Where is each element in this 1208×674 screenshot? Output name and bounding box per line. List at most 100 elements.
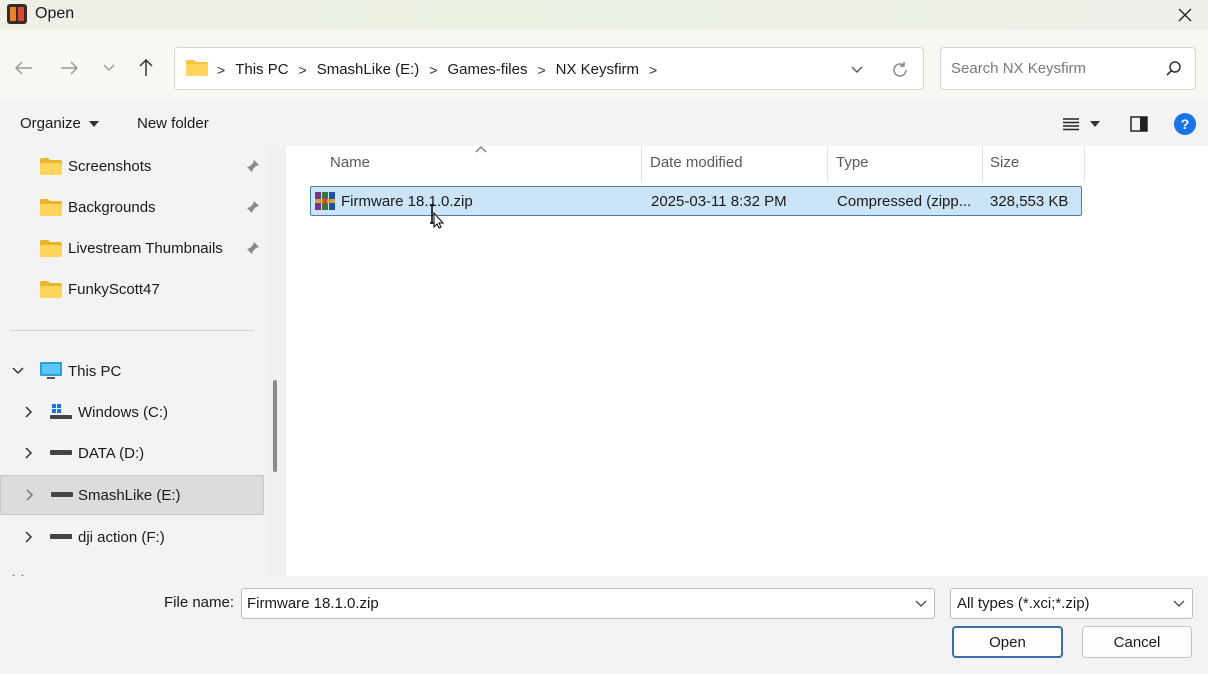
- chevron-down-icon[interactable]: [914, 596, 928, 610]
- search-input[interactable]: Search NX Keysfirm: [940, 47, 1196, 90]
- file-name-label: File name:: [164, 594, 235, 611]
- sidebar-item-label: Backgrounds: [68, 198, 156, 216]
- column-header-size[interactable]: Size: [990, 154, 1019, 171]
- column-header-date[interactable]: Date modified: [650, 154, 743, 171]
- folder-icon: [186, 60, 208, 76]
- help-icon: ?: [1174, 113, 1196, 135]
- file-name: Firmware 18.1.0.zip: [341, 193, 473, 210]
- computer-icon: [40, 362, 62, 379]
- sidebar-item-partial[interactable]: [0, 558, 264, 576]
- column-header-type[interactable]: Type: [836, 154, 869, 171]
- window-title: Open: [35, 5, 75, 22]
- navigation-pane: Screenshots Backgrounds Livestream Thumb…: [0, 146, 266, 576]
- file-name-field[interactable]: Firmware 18.1.0.zip: [241, 588, 935, 619]
- sidebar-divider: [10, 330, 254, 331]
- sidebar-item-label: Windows (C:): [78, 403, 169, 421]
- folder-icon: [40, 198, 62, 216]
- pin-icon[interactable]: [246, 241, 260, 255]
- sidebar-item-data-d[interactable]: DATA (D:): [0, 433, 264, 473]
- up-button[interactable]: [133, 55, 159, 81]
- chevron-down-icon: [851, 66, 863, 73]
- sidebar-scrollbar[interactable]: [266, 146, 286, 576]
- file-type: Compressed (zipp...: [837, 193, 972, 210]
- column-separator[interactable]: [1084, 146, 1085, 182]
- drive-icon: [50, 534, 72, 539]
- cancel-button[interactable]: Cancel: [1082, 626, 1192, 658]
- sidebar-item-windows-c[interactable]: Windows (C:): [0, 392, 264, 432]
- sidebar-item-livestream-thumbnails[interactable]: Livestream Thumbnails: [0, 228, 264, 268]
- new-folder-button[interactable]: New folder: [137, 115, 209, 132]
- breadcrumb-nx-keysfirm[interactable]: NX Keysfirm: [550, 61, 645, 78]
- breadcrumb-separator: >: [429, 61, 438, 78]
- chevron-down-icon[interactable]: [11, 364, 25, 378]
- chevron-right-icon[interactable]: [22, 488, 36, 502]
- breadcrumb-smashlike[interactable]: SmashLike (E:): [311, 61, 426, 78]
- organize-button[interactable]: Organize: [20, 115, 100, 132]
- column-separator[interactable]: [827, 146, 828, 182]
- chevron-right-icon[interactable]: [21, 446, 35, 460]
- preview-pane-button[interactable]: [1127, 112, 1151, 136]
- change-view-button[interactable]: [1058, 112, 1104, 136]
- list-view-icon: [1063, 118, 1079, 131]
- sort-ascending-icon: [475, 146, 487, 153]
- breadcrumb-separator: >: [298, 61, 307, 78]
- navigation-bar: > This PC > SmashLike (E:) > Games-files…: [0, 30, 1208, 100]
- column-separator[interactable]: [982, 146, 983, 182]
- organize-label: Organize: [20, 115, 81, 132]
- sidebar-item-label: Screenshots: [68, 157, 152, 175]
- caret-down-icon: [89, 121, 100, 128]
- refresh-button[interactable]: [888, 58, 912, 82]
- breadcrumb-separator: >: [217, 61, 226, 78]
- address-history-dropdown[interactable]: [845, 60, 869, 80]
- sidebar-item-label: SmashLike (E:): [78, 486, 181, 504]
- sidebar-item-label: Livestream Thumbnails: [68, 239, 223, 257]
- sidebar-item-screenshots[interactable]: Screenshots: [0, 146, 264, 186]
- arrow-left-icon: [15, 61, 32, 75]
- sidebar-item-funkyscott47[interactable]: FunkyScott47: [0, 269, 264, 309]
- breadcrumb-separator: >: [649, 61, 658, 78]
- folder-icon: [40, 157, 62, 175]
- chevron-right-icon[interactable]: [21, 530, 35, 544]
- folder-icon: [40, 239, 62, 257]
- sidebar-item-label: This PC: [68, 362, 122, 380]
- pin-icon[interactable]: [246, 159, 260, 173]
- sidebar-scrollbar-thumb[interactable]: [273, 380, 277, 472]
- back-button[interactable]: [11, 55, 37, 81]
- column-separator[interactable]: [641, 146, 642, 182]
- dialog-footer: File name: Firmware 18.1.0.zip All types…: [0, 576, 1208, 674]
- breadcrumb-this-pc[interactable]: This PC: [229, 61, 294, 78]
- refresh-icon: [893, 62, 907, 77]
- file-date: 2025-03-11 8:32 PM: [651, 193, 787, 210]
- command-bar: Organize New folder ?: [0, 100, 1208, 146]
- arrow-up-icon: [139, 59, 153, 76]
- open-button[interactable]: Open: [952, 626, 1063, 658]
- chevron-right-icon[interactable]: [21, 405, 35, 419]
- file-row[interactable]: Firmware 18.1.0.zip 2025-03-11 8:32 PM C…: [310, 186, 1082, 216]
- help-button[interactable]: ?: [1173, 112, 1197, 136]
- mouse-cursor-icon: [430, 204, 445, 229]
- arrow-right-icon: [61, 61, 78, 75]
- forward-button[interactable]: [56, 55, 82, 81]
- svg-text:?: ?: [1181, 116, 1190, 132]
- search-placeholder: Search NX Keysfirm: [951, 60, 1087, 77]
- file-list: Name Date modified Type Size Firmware 18…: [286, 146, 1208, 576]
- title-bar: Open: [0, 0, 1208, 30]
- column-header-name[interactable]: Name: [330, 154, 370, 171]
- file-size: 328,553 KB: [990, 193, 1069, 210]
- sidebar-item-label: dji action (F:): [78, 528, 165, 546]
- chevron-down-icon: [103, 64, 115, 72]
- file-type-select[interactable]: All types (*.xci;*.zip): [950, 588, 1193, 619]
- recent-locations-button[interactable]: [96, 55, 122, 81]
- address-bar[interactable]: > This PC > SmashLike (E:) > Games-files…: [174, 47, 924, 90]
- pin-icon[interactable]: [246, 200, 260, 214]
- close-button[interactable]: [1162, 0, 1208, 30]
- sidebar-item-smashlike-e[interactable]: SmashLike (E:): [0, 475, 264, 515]
- search-icon[interactable]: [1165, 60, 1183, 78]
- sidebar-item-dji-action-f[interactable]: dji action (F:): [0, 517, 264, 557]
- close-icon: [1178, 8, 1192, 22]
- chevron-down-icon: [1173, 600, 1185, 607]
- sidebar-item-backgrounds[interactable]: Backgrounds: [0, 187, 264, 227]
- breadcrumb-games-files[interactable]: Games-files: [441, 61, 533, 78]
- sidebar-item-label: DATA (D:): [78, 444, 145, 462]
- sidebar-item-this-pc[interactable]: This PC: [0, 351, 264, 391]
